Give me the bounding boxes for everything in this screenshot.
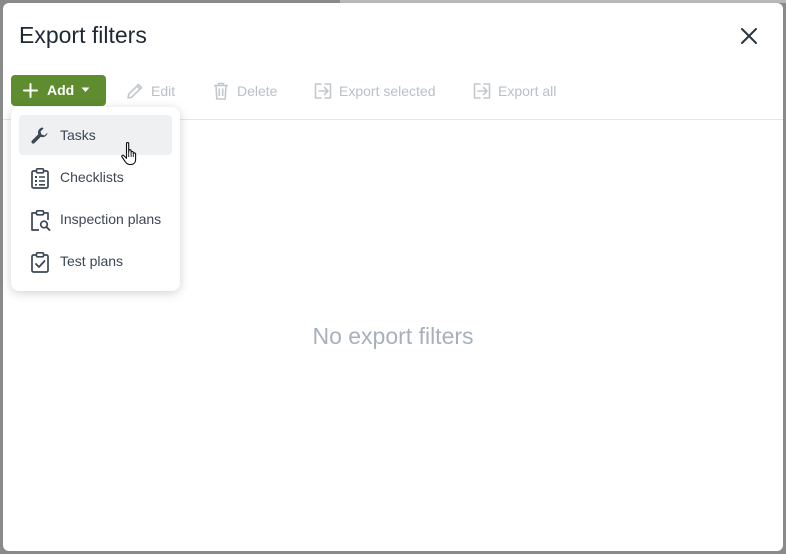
delete-button[interactable]: Delete [211, 75, 277, 106]
empty-state-message: No export filters [312, 323, 474, 349]
add-button[interactable]: Add [11, 75, 106, 106]
clipboard-list-icon [31, 167, 49, 189]
export-selected-button[interactable]: Export selected [313, 75, 436, 106]
clipboard-search-icon [31, 209, 51, 231]
pencil-icon [127, 83, 143, 99]
edit-label: Edit [151, 82, 176, 99]
menu-item-test-plans[interactable]: Test plans [19, 241, 172, 281]
menu-item-checklists[interactable]: Checklists [19, 157, 172, 197]
export-selected-label: Export selected [339, 82, 436, 99]
delete-label: Delete [237, 82, 278, 99]
export-all-label: Export all [498, 82, 557, 99]
wrench-icon [31, 127, 48, 144]
close-icon [741, 28, 757, 44]
menu-item-label: Checklists [60, 169, 124, 185]
hand-pointer-cursor-icon [121, 141, 137, 166]
menu-item-tasks[interactable]: Tasks [19, 115, 172, 155]
menu-item-label: Tasks [60, 127, 96, 143]
plus-icon [23, 83, 38, 98]
menu-item-label: Inspection plans [60, 211, 162, 227]
export-all-button[interactable]: Export all [472, 75, 556, 106]
edit-button[interactable]: Edit [125, 75, 175, 106]
add-dropdown-menu: Tasks Checklists Inspection plans Test p… [11, 107, 180, 291]
trash-icon [214, 82, 228, 100]
caret-down-icon [81, 87, 90, 92]
close-button[interactable] [738, 25, 760, 47]
clipboard-check-icon [31, 251, 49, 273]
add-button-label: Add [47, 82, 75, 98]
export-icon [473, 82, 491, 99]
export-icon [314, 82, 332, 99]
dialog-title: Export filters [19, 22, 147, 48]
menu-item-label: Test plans [60, 253, 124, 269]
menu-item-inspection-plans[interactable]: Inspection plans [19, 199, 172, 239]
